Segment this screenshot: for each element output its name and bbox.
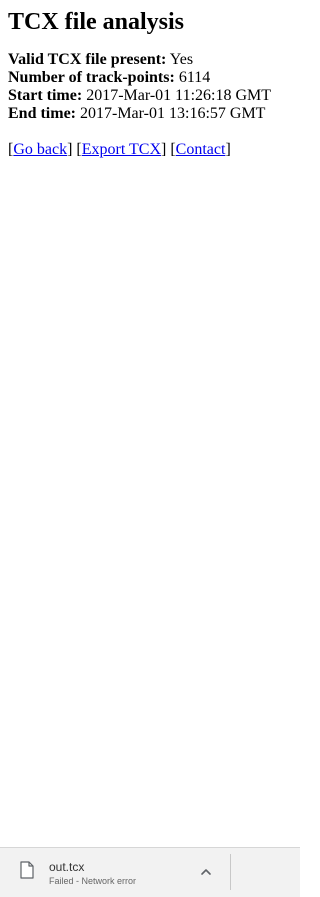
- info-value: 2017-Mar-01 13:16:57 GMT: [80, 105, 266, 122]
- info-row-trackpoints: Number of track-points: 6114: [8, 69, 300, 87]
- go-back-link[interactable]: Go back: [13, 141, 67, 158]
- page-content: TCX file analysis Valid TCX file present…: [8, 0, 300, 159]
- download-shelf: out.tcx Failed - Network error: [0, 847, 300, 897]
- export-tcx-link[interactable]: Export TCX: [82, 141, 161, 158]
- bracket: ] [: [67, 141, 82, 158]
- info-label: Start time:: [8, 87, 83, 104]
- info-label: Number of track-points:: [8, 69, 175, 86]
- info-label: Valid TCX file present:: [8, 51, 167, 68]
- info-row-valid: Valid TCX file present: Yes: [8, 51, 300, 69]
- shelf-divider: [230, 854, 231, 890]
- chevron-up-icon[interactable]: [199, 865, 213, 879]
- download-file-name: out.tcx: [49, 860, 85, 874]
- info-row-end-time: End time: 2017-Mar-01 13:16:57 GMT: [8, 105, 300, 123]
- bracket: ] [: [161, 141, 176, 158]
- download-status: Failed - Network error: [49, 876, 137, 886]
- page-title: TCX file analysis: [8, 9, 185, 35]
- file-icon: [20, 861, 34, 879]
- action-links: [Go back] [Export TCX] [Contact]: [8, 141, 300, 159]
- info-value: 2017-Mar-01 11:26:18 GMT: [86, 87, 272, 104]
- info-label: End time:: [8, 105, 76, 122]
- download-item[interactable]: out.tcx Failed - Network error: [0, 848, 230, 897]
- bracket: ]: [225, 141, 231, 158]
- info-value: Yes: [169, 51, 194, 68]
- contact-link[interactable]: Contact: [176, 141, 226, 158]
- file-info: Valid TCX file present: Yes Number of tr…: [8, 51, 300, 123]
- info-value: 6114: [178, 69, 211, 86]
- info-row-start-time: Start time: 2017-Mar-01 11:26:18 GMT: [8, 87, 300, 105]
